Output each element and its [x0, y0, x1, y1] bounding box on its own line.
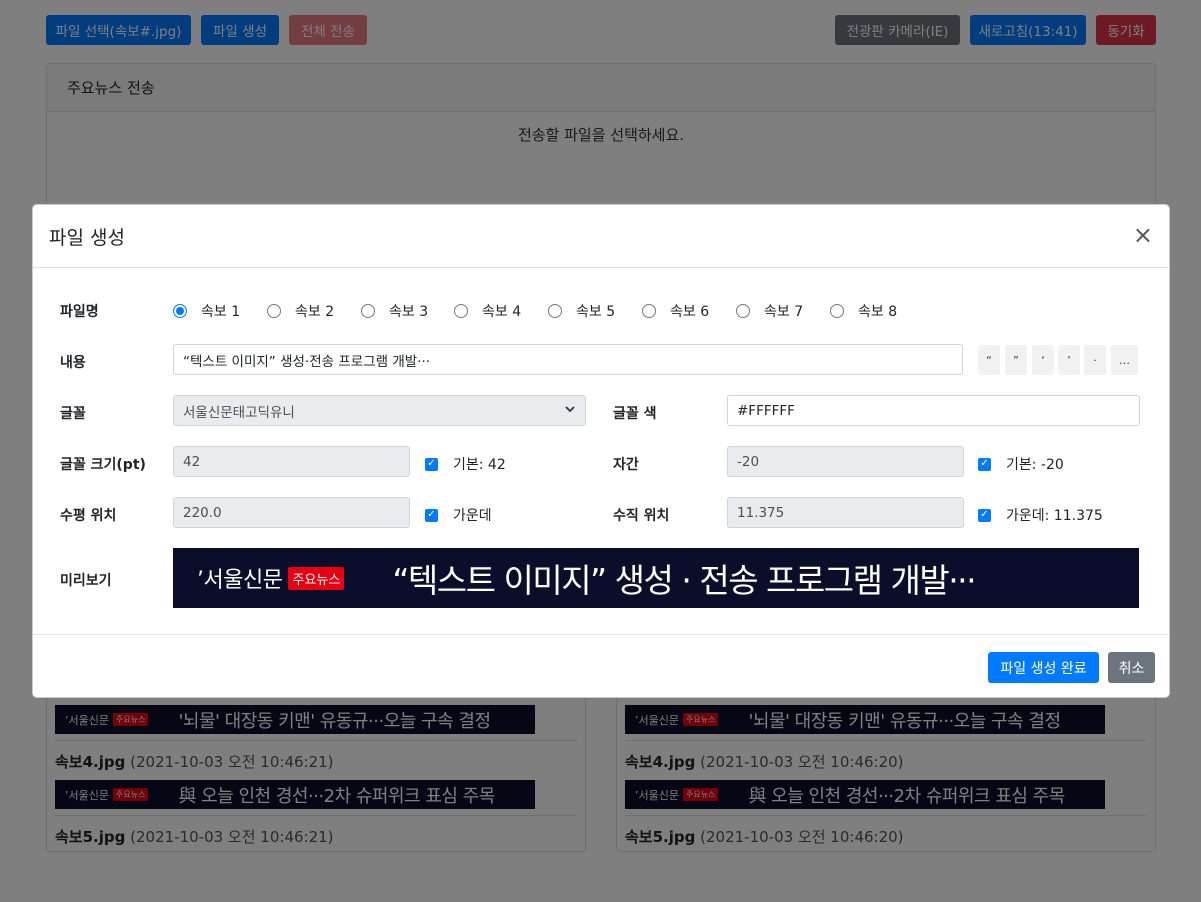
checkbox-check-icon: ✓	[425, 457, 438, 471]
checkbox-check-icon: ✓	[978, 457, 991, 471]
symbol-button-1[interactable]: “	[978, 345, 1000, 375]
checkbox-check-icon: ✓	[978, 508, 991, 522]
radio-icon	[173, 304, 187, 318]
content-label: 내용	[60, 355, 86, 371]
preview-logo: ’서울신문	[197, 568, 283, 593]
create-file-modal: 파일 생성 × 파일명 속보 1 속보 2 속보 3 속보 4 속보 5 속보 6 속보 7…	[32, 204, 1170, 698]
content-input[interactable]: “텍스트 이미지” 생성·전송 프로그램 개발···	[173, 344, 963, 375]
v-pos-label: 수직 위치	[613, 508, 670, 524]
filename-radio-3[interactable]: 속보 3	[361, 301, 428, 321]
font-size-input[interactable]: 42	[173, 446, 410, 477]
spacing-label: 자간	[613, 457, 639, 473]
radio-label: 속보 1	[201, 304, 241, 320]
font-size-default-checkbox[interactable]: ✓ 기본: 42	[425, 454, 506, 474]
checkbox-check-icon: ✓	[425, 508, 438, 522]
filename-label: 파일명	[60, 304, 99, 320]
h-pos-input[interactable]: 220.0	[173, 497, 410, 528]
filename-radio-1[interactable]: 속보 1	[173, 301, 240, 321]
close-icon[interactable]: ×	[1133, 221, 1153, 249]
preview-headline: “텍스트 이미지” 생성 · 전송 프로그램 개발···	[392, 561, 976, 600]
symbol-button-5[interactable]: ·	[1084, 345, 1106, 375]
radio-label: 속보 3	[389, 304, 429, 320]
spacing-default-label: 기본: -20	[1006, 457, 1064, 473]
chevron-down-icon	[564, 403, 576, 418]
symbol-button-2[interactable]: ”	[1005, 345, 1027, 375]
radio-icon	[548, 304, 562, 318]
filename-radio-4[interactable]: 속보 4	[454, 301, 521, 321]
radio-label: 속보 2	[295, 304, 335, 320]
spacing-default-checkbox[interactable]: ✓ 기본: -20	[978, 454, 1064, 474]
h-pos-center-label: 가운데	[453, 508, 492, 524]
preview-tag: 주요뉴스	[288, 566, 345, 590]
h-pos-label: 수평 위치	[60, 508, 117, 524]
h-pos-center-checkbox[interactable]: ✓ 가운데	[425, 505, 492, 525]
radio-label: 속보 8	[858, 304, 898, 320]
v-pos-input[interactable]: 11.375	[727, 497, 964, 528]
submit-button[interactable]: 파일 생성 완료	[988, 652, 1099, 683]
filename-radio-8[interactable]: 속보 8	[830, 301, 897, 321]
filename-radio-5[interactable]: 속보 5	[548, 301, 615, 321]
radio-icon	[642, 304, 656, 318]
radio-icon	[267, 304, 281, 318]
filename-radio-2[interactable]: 속보 2	[267, 301, 334, 321]
font-color-input[interactable]: #FFFFFF	[727, 395, 1140, 426]
radio-icon	[830, 304, 844, 318]
radio-label: 속보 4	[482, 304, 522, 320]
radio-label: 속보 7	[764, 304, 804, 320]
font-size-default-label: 기본: 42	[453, 457, 506, 473]
modal-header: 파일 생성 ×	[33, 205, 1169, 268]
radio-label: 속보 5	[576, 304, 616, 320]
v-pos-center-label: 가운데: 11.375	[1006, 508, 1103, 524]
radio-icon	[454, 304, 468, 318]
radio-icon	[361, 304, 375, 318]
preview-label: 미리보기	[60, 573, 112, 589]
font-label: 글꼴	[60, 406, 86, 422]
filename-radio-7[interactable]: 속보 7	[736, 301, 803, 321]
preview-image: ’서울신문 주요뉴스 “텍스트 이미지” 생성 · 전송 프로그램 개발···	[173, 548, 1139, 608]
spacing-input[interactable]: -20	[727, 446, 964, 477]
modal-title: 파일 생성	[49, 227, 125, 249]
v-pos-center-checkbox[interactable]: ✓ 가운데: 11.375	[978, 505, 1103, 525]
font-color-label: 글꼴 색	[613, 406, 657, 422]
font-select-value: 서울신문태고딕유니	[183, 404, 295, 421]
symbol-button-6[interactable]: …	[1111, 345, 1138, 375]
radio-icon	[736, 304, 750, 318]
symbol-button-3[interactable]: ‘	[1032, 345, 1054, 375]
font-select[interactable]: 서울신문태고딕유니	[173, 395, 586, 426]
cancel-button[interactable]: 취소	[1108, 652, 1155, 683]
symbol-button-4[interactable]: ’	[1058, 345, 1080, 375]
filename-radio-6[interactable]: 속보 6	[642, 301, 709, 321]
font-size-label: 글꼴 크기(pt)	[60, 457, 146, 473]
radio-label: 속보 6	[670, 304, 710, 320]
modal-footer-divider	[33, 634, 1169, 635]
